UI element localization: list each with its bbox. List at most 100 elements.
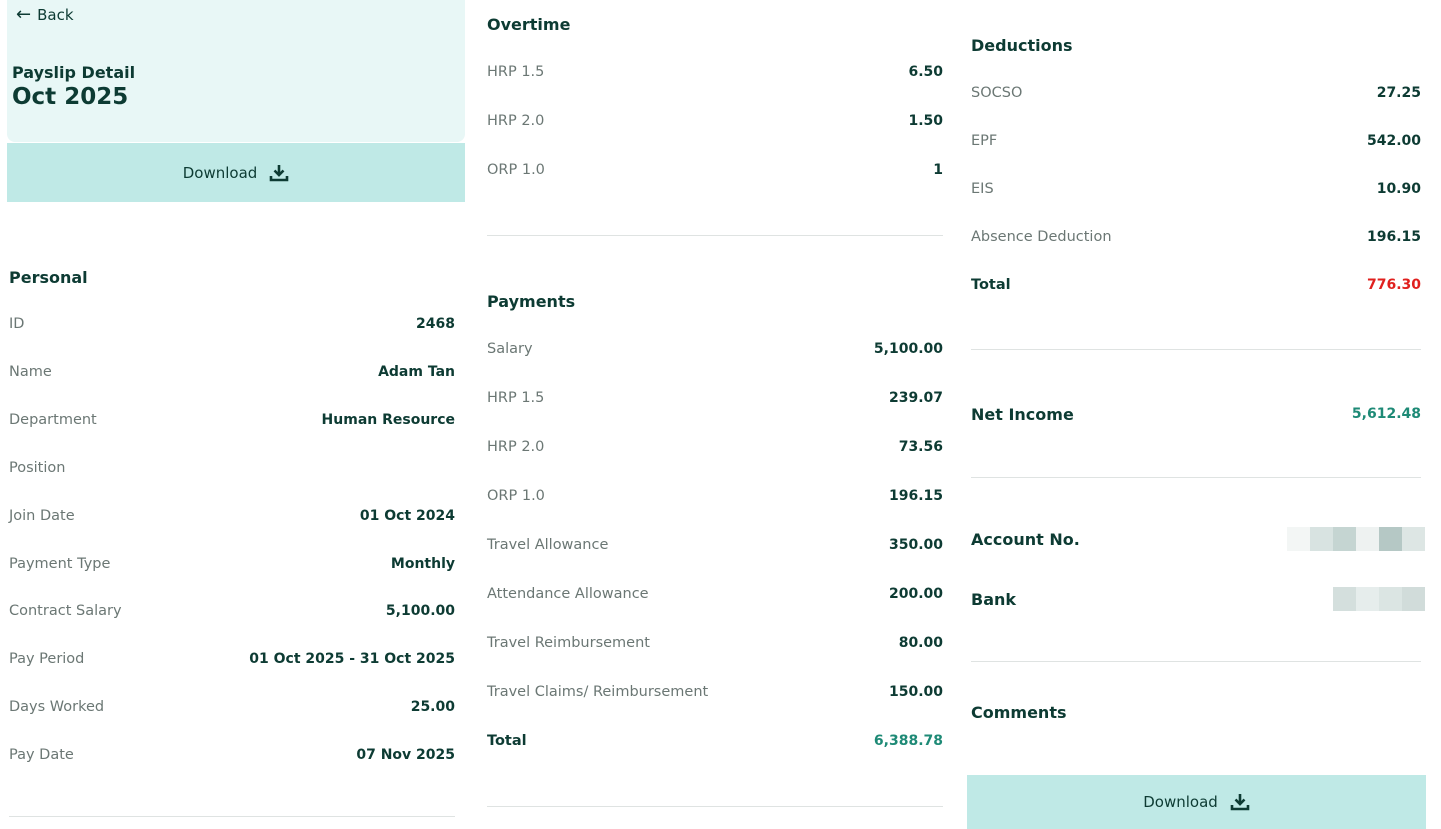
- personal-row-label: Position: [9, 459, 66, 476]
- net-income-row: Net Income 5,612.48: [971, 403, 1421, 425]
- account-row: Account No.: [971, 526, 1425, 552]
- payment-row: ORP 1.0 196.15: [487, 485, 943, 507]
- deductions-total-row: Total 776.30: [971, 274, 1421, 296]
- payment-row: Salary 5,100.00: [487, 338, 943, 360]
- personal-row: Contract Salary 5,100.00: [9, 600, 455, 622]
- bank-label: Bank: [971, 589, 1017, 609]
- payment-row-label: HRP 1.5: [487, 390, 545, 406]
- download-button-bottom[interactable]: Download: [967, 775, 1426, 829]
- deduction-row-label: Absence Deduction: [971, 229, 1112, 245]
- back-label: Back: [37, 6, 74, 24]
- section-divider: [9, 816, 455, 817]
- deduction-row-value: 196.15: [1366, 229, 1421, 245]
- personal-row-value: Human Resource: [321, 411, 455, 428]
- personal-row-label: Days Worked: [9, 699, 105, 716]
- personal-row-label: Name: [9, 363, 52, 380]
- deduction-row-value: 542.00: [1366, 133, 1421, 149]
- payment-row-value: 200.00: [888, 586, 943, 602]
- back-button[interactable]: ← Back: [16, 4, 74, 25]
- section-divider: [971, 661, 1421, 662]
- payment-row: Travel Allowance 350.00: [487, 534, 943, 556]
- personal-row-value: Adam Tan: [378, 363, 455, 380]
- download-label: Download: [182, 163, 258, 182]
- personal-row-label: Payment Type: [9, 555, 111, 572]
- personal-row: Pay Date 07 Nov 2025: [9, 744, 455, 766]
- payment-row-label: HRP 2.0: [487, 439, 545, 455]
- deduction-row: Absence Deduction 196.15: [971, 226, 1421, 248]
- personal-row-label: Pay Period: [9, 651, 85, 668]
- payment-row-label: Travel Allowance: [487, 537, 609, 553]
- personal-row: Name Adam Tan: [9, 361, 455, 383]
- arrow-left-icon: ←: [16, 4, 32, 25]
- bank-name-redacted: [1333, 587, 1425, 611]
- payment-row-value: 5,100.00: [873, 341, 943, 357]
- payment-row-value: 196.15: [888, 488, 943, 504]
- deduction-row-label: EIS: [971, 181, 994, 197]
- deduction-row-label: EPF: [971, 133, 998, 149]
- deduction-row: EIS 10.90: [971, 178, 1421, 200]
- deductions-section-title: Deductions: [971, 36, 1073, 55]
- personal-row: Payment Type Monthly: [9, 553, 455, 575]
- page-title: Payslip Detail: [12, 63, 136, 82]
- personal-row-value: 01 Oct 2024: [359, 507, 455, 524]
- personal-row-value: 01 Oct 2025 - 31 Oct 2025: [249, 651, 455, 668]
- deduction-row: EPF 542.00: [971, 130, 1421, 152]
- payment-row: Travel Claims/ Reimbursement 150.00: [487, 681, 943, 703]
- personal-row-label: Pay Date: [9, 747, 74, 764]
- overtime-row-label: HRP 2.0: [487, 113, 545, 129]
- overtime-row-value: 6.50: [908, 64, 943, 80]
- overtime-row: HRP 2.0 1.50: [487, 110, 943, 132]
- account-number-redacted: [1287, 527, 1425, 551]
- personal-row-value: 5,100.00: [385, 603, 455, 620]
- personal-row: ID 2468: [9, 313, 455, 335]
- personal-row-value: 2468: [416, 316, 455, 332]
- overtime-row-value: 1: [933, 162, 943, 178]
- personal-row-value: 07 Nov 2025: [356, 747, 455, 764]
- overtime-row: ORP 1.0 1: [487, 159, 943, 181]
- comments-label: Comments: [971, 703, 1067, 722]
- payments-section-title: Payments: [487, 292, 576, 311]
- personal-row-value: 25.00: [410, 699, 455, 716]
- deduction-row: SOCSO 27.25: [971, 82, 1421, 104]
- section-divider: [971, 349, 1421, 350]
- payment-row: HRP 1.5 239.07: [487, 387, 943, 409]
- payslip-period: Oct 2025: [12, 84, 129, 110]
- payment-row: Travel Reimbursement 80.00: [487, 632, 943, 654]
- overtime-row-label: HRP 1.5: [487, 64, 545, 80]
- bank-row: Bank: [971, 586, 1425, 612]
- personal-row-label: Contract Salary: [9, 603, 122, 620]
- personal-section-title: Personal: [9, 268, 88, 287]
- section-divider: [487, 806, 943, 807]
- personal-row: Position: [9, 457, 455, 479]
- payment-row-label: Salary: [487, 341, 533, 357]
- personal-row-label: Join Date: [9, 507, 75, 524]
- net-income-label: Net Income: [971, 404, 1074, 424]
- payment-row-value: 239.07: [888, 390, 943, 406]
- section-divider: [487, 235, 943, 236]
- download-icon: [1230, 794, 1250, 811]
- personal-row: Days Worked 25.00: [9, 696, 455, 718]
- deductions-total-label: Total: [971, 277, 1011, 293]
- personal-row-label: ID: [9, 316, 25, 332]
- personal-row: Department Human Resource: [9, 409, 455, 431]
- payments-total-label: Total: [487, 733, 527, 749]
- overtime-row-value: 1.50: [908, 113, 943, 129]
- payment-row-value: 80.00: [898, 635, 943, 651]
- deduction-row-label: SOCSO: [971, 85, 1023, 101]
- personal-row-label: Department: [9, 411, 97, 428]
- payment-row: Attendance Allowance 200.00: [487, 583, 943, 605]
- payment-row: HRP 2.0 73.56: [487, 436, 943, 458]
- deductions-total-value: 776.30: [1366, 277, 1421, 293]
- download-icon: [269, 164, 289, 181]
- overtime-section-title: Overtime: [487, 15, 571, 34]
- payment-row-label: ORP 1.0: [487, 488, 545, 504]
- payslip-header: ← Back Payslip Detail Oct 2025: [7, 0, 465, 142]
- account-label: Account No.: [971, 529, 1080, 549]
- personal-row: Join Date 01 Oct 2024: [9, 505, 455, 527]
- overtime-row-label: ORP 1.0: [487, 162, 545, 178]
- payment-row-label: Travel Claims/ Reimbursement: [487, 684, 709, 700]
- download-label: Download: [1143, 793, 1218, 811]
- payment-row-value: 73.56: [898, 439, 943, 455]
- download-button-top[interactable]: Download: [7, 143, 465, 202]
- payments-total-row: Total 6,388.78: [487, 730, 943, 752]
